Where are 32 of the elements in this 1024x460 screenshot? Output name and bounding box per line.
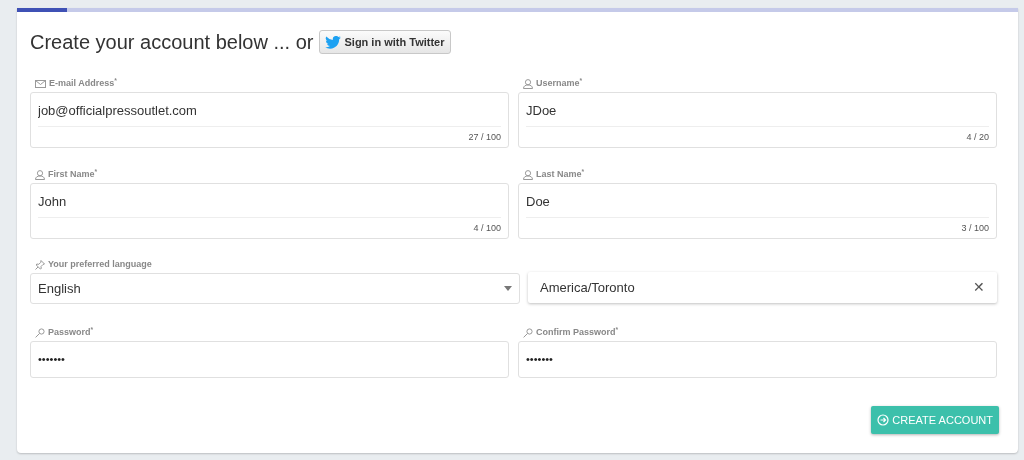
character-counter: 4 / 20 bbox=[966, 130, 989, 144]
envelope-icon bbox=[35, 80, 46, 88]
field-label: First Name$^{*}$ bbox=[48, 168, 98, 182]
person-icon bbox=[523, 170, 533, 180]
clear-button[interactable]: ✕ bbox=[973, 277, 985, 298]
field-label: Password$^{*}$ bbox=[48, 326, 94, 340]
language-dropdown[interactable]: English bbox=[30, 273, 520, 304]
field-label: Last Name$^{*}$ bbox=[536, 168, 585, 182]
pin-icon bbox=[35, 260, 45, 270]
key-icon bbox=[35, 328, 45, 338]
character-counter: 3 / 100 bbox=[961, 221, 989, 235]
password-field[interactable]: ••••••• bbox=[30, 341, 509, 378]
text-field[interactable]: job@officialpressoutlet.com 27 / 100 bbox=[30, 92, 509, 148]
character-counter: 4 / 100 bbox=[473, 221, 501, 235]
bird-icon bbox=[325, 35, 342, 49]
password-field[interactable]: ••••••• bbox=[518, 341, 997, 378]
text-field[interactable]: JDoe 4 / 20 bbox=[518, 92, 997, 148]
person-icon bbox=[35, 170, 45, 180]
field-label: Username$^{*}$ bbox=[536, 77, 583, 91]
arrow-circle-icon bbox=[877, 414, 890, 426]
twitter-signin-button[interactable]: Sign in with Twitter bbox=[319, 30, 451, 54]
text-field[interactable]: Doe 3 / 100 bbox=[518, 183, 997, 239]
field-label: Your preferred language bbox=[48, 258, 152, 272]
key-icon bbox=[523, 328, 533, 338]
character-counter: 27 / 100 bbox=[468, 130, 501, 144]
page-heading: Create your account below ... or bbox=[30, 30, 314, 55]
field-label: Confirm Password$^{*}$ bbox=[536, 326, 619, 340]
text-field[interactable]: John 4 / 100 bbox=[30, 183, 509, 239]
field-label: E-mail Address$^{*}$ bbox=[49, 77, 117, 91]
person-icon bbox=[523, 79, 533, 89]
dropdown-caret-icon bbox=[504, 286, 512, 291]
timezone-field[interactable]: America/Toronto ✕ bbox=[528, 272, 997, 303]
